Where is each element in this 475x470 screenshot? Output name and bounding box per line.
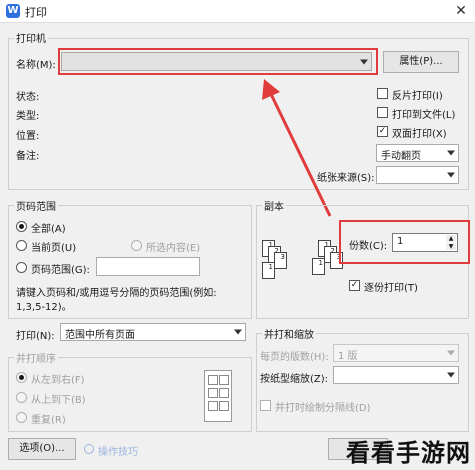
merge-repeat-label: 重复(R) [31,415,66,426]
scale-to-paper-select[interactable] [333,366,459,384]
merge-left-to-right-radio [16,372,27,383]
page-range-current-label: 当前页(U) [31,243,77,254]
print-what-select[interactable]: 范围中所有页面 [60,323,246,341]
copies-group-label: 副本 [262,198,286,213]
merge-top-to-bottom-label: 从上到下(B) [31,395,86,406]
page-range-hint-line1: 请键入页码和/或用逗号分隔的页码范围(例如: [16,288,217,299]
pages-per-sheet-select: 1 版 [333,344,459,362]
merge-order-group-label: 并打顺序 [14,350,58,365]
draw-lines-checkbox [260,400,271,411]
page-range-selection-radio [131,240,142,251]
chevron-down-icon [447,372,455,378]
uncollated-pages-icon: 1 2 3 1 [262,240,298,284]
merge-zoom-group-label: 并打和缩放 [262,326,316,341]
page-range-all-radio[interactable] [16,221,27,232]
page-range-pages-input[interactable] [96,257,200,276]
page-range-pages-label: 页码范围(G): [31,265,90,276]
chevron-down-icon [447,350,455,356]
page-range-current-radio[interactable] [16,240,27,251]
merge-left-to-right-label: 从左到右(F) [31,375,85,386]
page-range-selection-label: 所选内容(E) [146,243,201,254]
page-range-all-label: 全部(A) [31,224,66,235]
collate-checkbox[interactable]: ✓ [349,280,360,291]
page-range-hint-line2: 1,3,5-12)。 [16,302,72,313]
draw-lines-label: 并打时绘制分隔线(D) [275,403,371,414]
merge-repeat-radio [16,412,27,423]
chevron-down-icon [234,329,242,335]
copies-highlight [339,220,470,264]
watermark-text: 看看手游网 [346,439,471,467]
collate-label: 逐份打印(T) [364,283,418,294]
merge-order-preview-icon [204,370,232,422]
options-button[interactable]: 选项(O)... [8,438,76,460]
page-range-group-label: 页码范围 [14,198,58,213]
scale-to-paper-label: 按纸型缩放(Z): [260,374,329,385]
tips-link[interactable]: 操作技巧 [98,443,138,458]
pages-per-sheet-label: 每页的版数(H): [260,352,329,363]
page-range-pages-radio[interactable] [16,262,27,273]
merge-top-to-bottom-radio [16,392,27,403]
tips-icon [84,444,94,454]
print-what-label: 打印(N): [16,331,55,342]
